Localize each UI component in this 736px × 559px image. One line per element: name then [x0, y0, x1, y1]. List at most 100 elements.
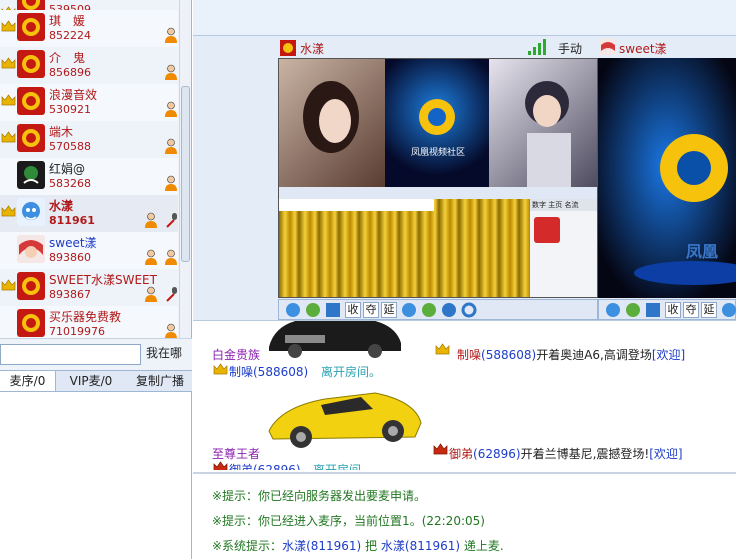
find-self-row: 我在哪 [0, 338, 192, 370]
settings-icon[interactable] [285, 302, 301, 318]
user-row[interactable]: 买乐器免费教 71019976 [0, 306, 178, 338]
camera-icon[interactable] [305, 302, 321, 318]
tab-mic-queue[interactable]: 麦序/0 [0, 371, 56, 391]
welcome-link[interactable]: [欢迎] [652, 348, 685, 362]
crown-icon [1, 57, 16, 69]
lamborghini-car-image [268, 392, 422, 448]
avatar [17, 13, 45, 41]
announce-line: 制噪(588608)开着奥迪A6,高调登场[欢迎] [457, 346, 685, 363]
chat-user[interactable]: 御弟(62896) [229, 461, 301, 470]
welcome-link[interactable]: [欢迎] [649, 447, 682, 461]
microphone-icon [166, 213, 177, 228]
announce-line: 御弟(62896)开着兰博基尼,震撼登场![欢迎] [449, 445, 683, 462]
announce-id: (588608) [481, 348, 537, 362]
user-row[interactable]: 端木 570588 [0, 121, 178, 158]
person-icon [165, 175, 177, 191]
user-id: 893860 [49, 251, 91, 264]
user-row[interactable]: 介 鬼 856896 [0, 47, 178, 84]
user-row[interactable]: 浪漫音效 530921 [0, 84, 178, 121]
user-name: 端木 [49, 125, 74, 139]
mic-mode[interactable]: 手动 [558, 40, 582, 57]
system-line: ※提示：你已经进入麦序，当前位置1。(22:20:05) [212, 514, 485, 528]
person-icon [165, 101, 177, 117]
big-brand-text: 凤凰 [686, 242, 719, 261]
delay-button[interactable]: 延 [701, 302, 717, 318]
system-user[interactable]: 水漾(811961) [381, 539, 460, 553]
room-top-strip [193, 0, 736, 36]
collect-button[interactable]: 收 [345, 302, 361, 318]
user-id: 570588 [49, 140, 91, 153]
system-line: ※提示：你已经向服务器发出要麦申请。 [212, 489, 427, 503]
avatar [17, 198, 45, 226]
avatar [17, 50, 45, 78]
system-user[interactable]: 水漾(811961) [282, 539, 361, 553]
announce-user[interactable]: 御弟 [449, 447, 473, 461]
user-name: 琪 媛 [49, 14, 86, 28]
user-name: 浪漫音效 [49, 88, 98, 102]
delay-button[interactable]: 延 [381, 302, 397, 318]
system-prefix: ※系统提示： [212, 539, 283, 553]
user-name: 买乐器免费教 [49, 310, 122, 324]
camera-icon[interactable] [625, 302, 641, 318]
video-control-bar: 收 夺 延 [278, 299, 598, 320]
collect-button[interactable]: 收 [665, 302, 681, 318]
user-id: 71019976 [49, 325, 105, 338]
announce-user[interactable]: 制噪 [457, 348, 481, 362]
user-row[interactable]: SWEET水漾SWEET 893867 [0, 269, 178, 306]
user-name: sweet漾 [49, 236, 97, 250]
grab-button[interactable]: 夺 [363, 302, 379, 318]
user-row-selected[interactable]: 水漾 811961 [0, 195, 178, 232]
mini-tab[interactable]: 名流 [564, 201, 578, 209]
user-id: 856896 [49, 66, 91, 79]
avatar [17, 309, 45, 337]
grid-icon[interactable] [325, 302, 341, 318]
tab-copy-broadcast[interactable]: 复制广播 [128, 371, 192, 391]
user-id: 530921 [49, 103, 91, 116]
chat-leave: 离开房间 [313, 463, 362, 470]
user-id: 893867 [49, 288, 91, 301]
audi-car-image [269, 321, 401, 358]
user-row[interactable]: 琪 媛 852224 [0, 10, 178, 47]
system-mid: 把 [361, 539, 381, 553]
crown-icon [213, 363, 228, 375]
announce-text: 开着奥迪A6,高调登场 [536, 348, 652, 362]
avatar [17, 161, 45, 189]
grid-icon[interactable] [645, 302, 661, 318]
user-row[interactable]: sweet漾 893860 [0, 232, 178, 269]
user-name: 介 鬼 [49, 51, 86, 65]
tab-vip-mic[interactable]: VIP麦/0 [60, 371, 122, 391]
system-suffix: 递上麦. [460, 539, 504, 553]
person-icon [145, 249, 157, 265]
user-id: 852224 [49, 29, 91, 42]
person-icon [165, 64, 177, 80]
mini-tab[interactable]: 主页 [548, 201, 562, 209]
public-chat: 白金贵族 制噪(588608) 离开房间。 制噪(588608)开着奥迪A6,高… [193, 320, 736, 470]
mini-tab[interactable]: 数字 [532, 201, 546, 209]
user-row[interactable]: 红娟@ 583268 [0, 158, 178, 195]
scrollbar-thumb[interactable] [181, 86, 190, 262]
user-name: 水漾 [49, 199, 74, 213]
gift-animation [279, 199, 529, 297]
announce-text: 开着兰博基尼,震撼登场! [520, 447, 650, 461]
user-icon[interactable] [421, 302, 437, 318]
gear-icon[interactable] [461, 302, 477, 318]
grab-button[interactable]: 夺 [683, 302, 699, 318]
search-input[interactable] [0, 344, 141, 365]
system-messages: ※提示：你已经向服务器发出要麦申请。 ※提示：你已经进入麦序，当前位置1。(22… [193, 472, 736, 559]
video-grid: 凤凰视频社区 [279, 59, 597, 187]
person-icon [165, 323, 177, 338]
user-list-scrollbar[interactable] [179, 0, 191, 338]
voice-icon[interactable] [401, 302, 417, 318]
chat-user[interactable]: 制噪(588608) [229, 363, 308, 380]
brand-text: 凤凰视频社区 [411, 148, 466, 158]
person-icon [165, 249, 177, 265]
video-frame: 凤凰视频社区 数字 主页 名流 [278, 58, 598, 298]
where-am-i-button[interactable]: 我在哪 [146, 344, 182, 361]
voice-icon[interactable] [721, 302, 736, 318]
mini-browser: 数字 主页 名流 [529, 199, 597, 297]
user-list-panel: 539509 琪 媛 852224 介 鬼 856896 浪漫音效 530921 [0, 0, 192, 338]
record-icon[interactable] [441, 302, 457, 318]
crown-icon [1, 20, 16, 32]
settings-icon[interactable] [605, 302, 621, 318]
mic-tabs: 麦序/0 VIP麦/0 复制广播 [0, 370, 192, 392]
